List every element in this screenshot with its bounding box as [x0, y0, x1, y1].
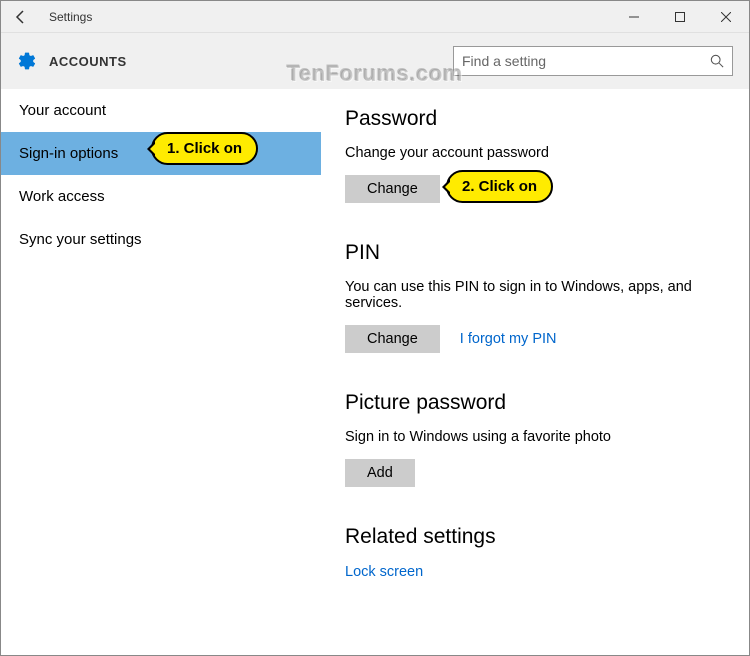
picture-heading: Picture password — [345, 391, 725, 415]
sidebar-item-work-access[interactable]: Work access — [1, 175, 321, 218]
gear-icon — [17, 51, 37, 71]
related-heading: Related settings — [345, 525, 725, 549]
window-controls — [611, 1, 749, 33]
content-area: Your account Sign-in options Work access… — [1, 89, 749, 655]
window-title: Settings — [49, 10, 92, 24]
forgot-pin-link[interactable]: I forgot my PIN — [460, 331, 557, 347]
password-heading: Password — [345, 107, 725, 131]
pin-change-button[interactable]: Change — [345, 325, 440, 353]
password-change-button[interactable]: Change — [345, 175, 440, 203]
pin-section: PIN You can use this PIN to sign in to W… — [345, 241, 725, 353]
sidebar-item-your-account[interactable]: Your account — [1, 89, 321, 132]
back-button[interactable] — [1, 1, 41, 33]
search-box[interactable] — [453, 46, 733, 76]
picture-add-button[interactable]: Add — [345, 459, 415, 487]
pin-heading: PIN — [345, 241, 725, 265]
lock-screen-link[interactable]: Lock screen — [345, 564, 423, 580]
titlebar: Settings — [1, 1, 749, 33]
close-button[interactable] — [703, 1, 749, 33]
password-desc: Change your account password — [345, 145, 725, 161]
maximize-button[interactable] — [657, 1, 703, 33]
sidebar-item-sync-settings[interactable]: Sync your settings — [1, 218, 321, 261]
search-input[interactable] — [462, 53, 710, 69]
picture-desc: Sign in to Windows using a favorite phot… — [345, 429, 725, 445]
callout-2: 2. Click on — [446, 170, 553, 203]
search-icon — [710, 54, 724, 68]
callout-1: 1. Click on — [151, 132, 258, 165]
sidebar: Your account Sign-in options Work access… — [1, 89, 321, 655]
related-settings-section: Related settings Lock screen — [345, 525, 725, 581]
minimize-button[interactable] — [611, 1, 657, 33]
page-category: ACCOUNTS — [49, 54, 127, 69]
header-bar: ACCOUNTS — [1, 33, 749, 89]
pin-desc: You can use this PIN to sign in to Windo… — [345, 279, 725, 311]
picture-password-section: Picture password Sign in to Windows usin… — [345, 391, 725, 487]
